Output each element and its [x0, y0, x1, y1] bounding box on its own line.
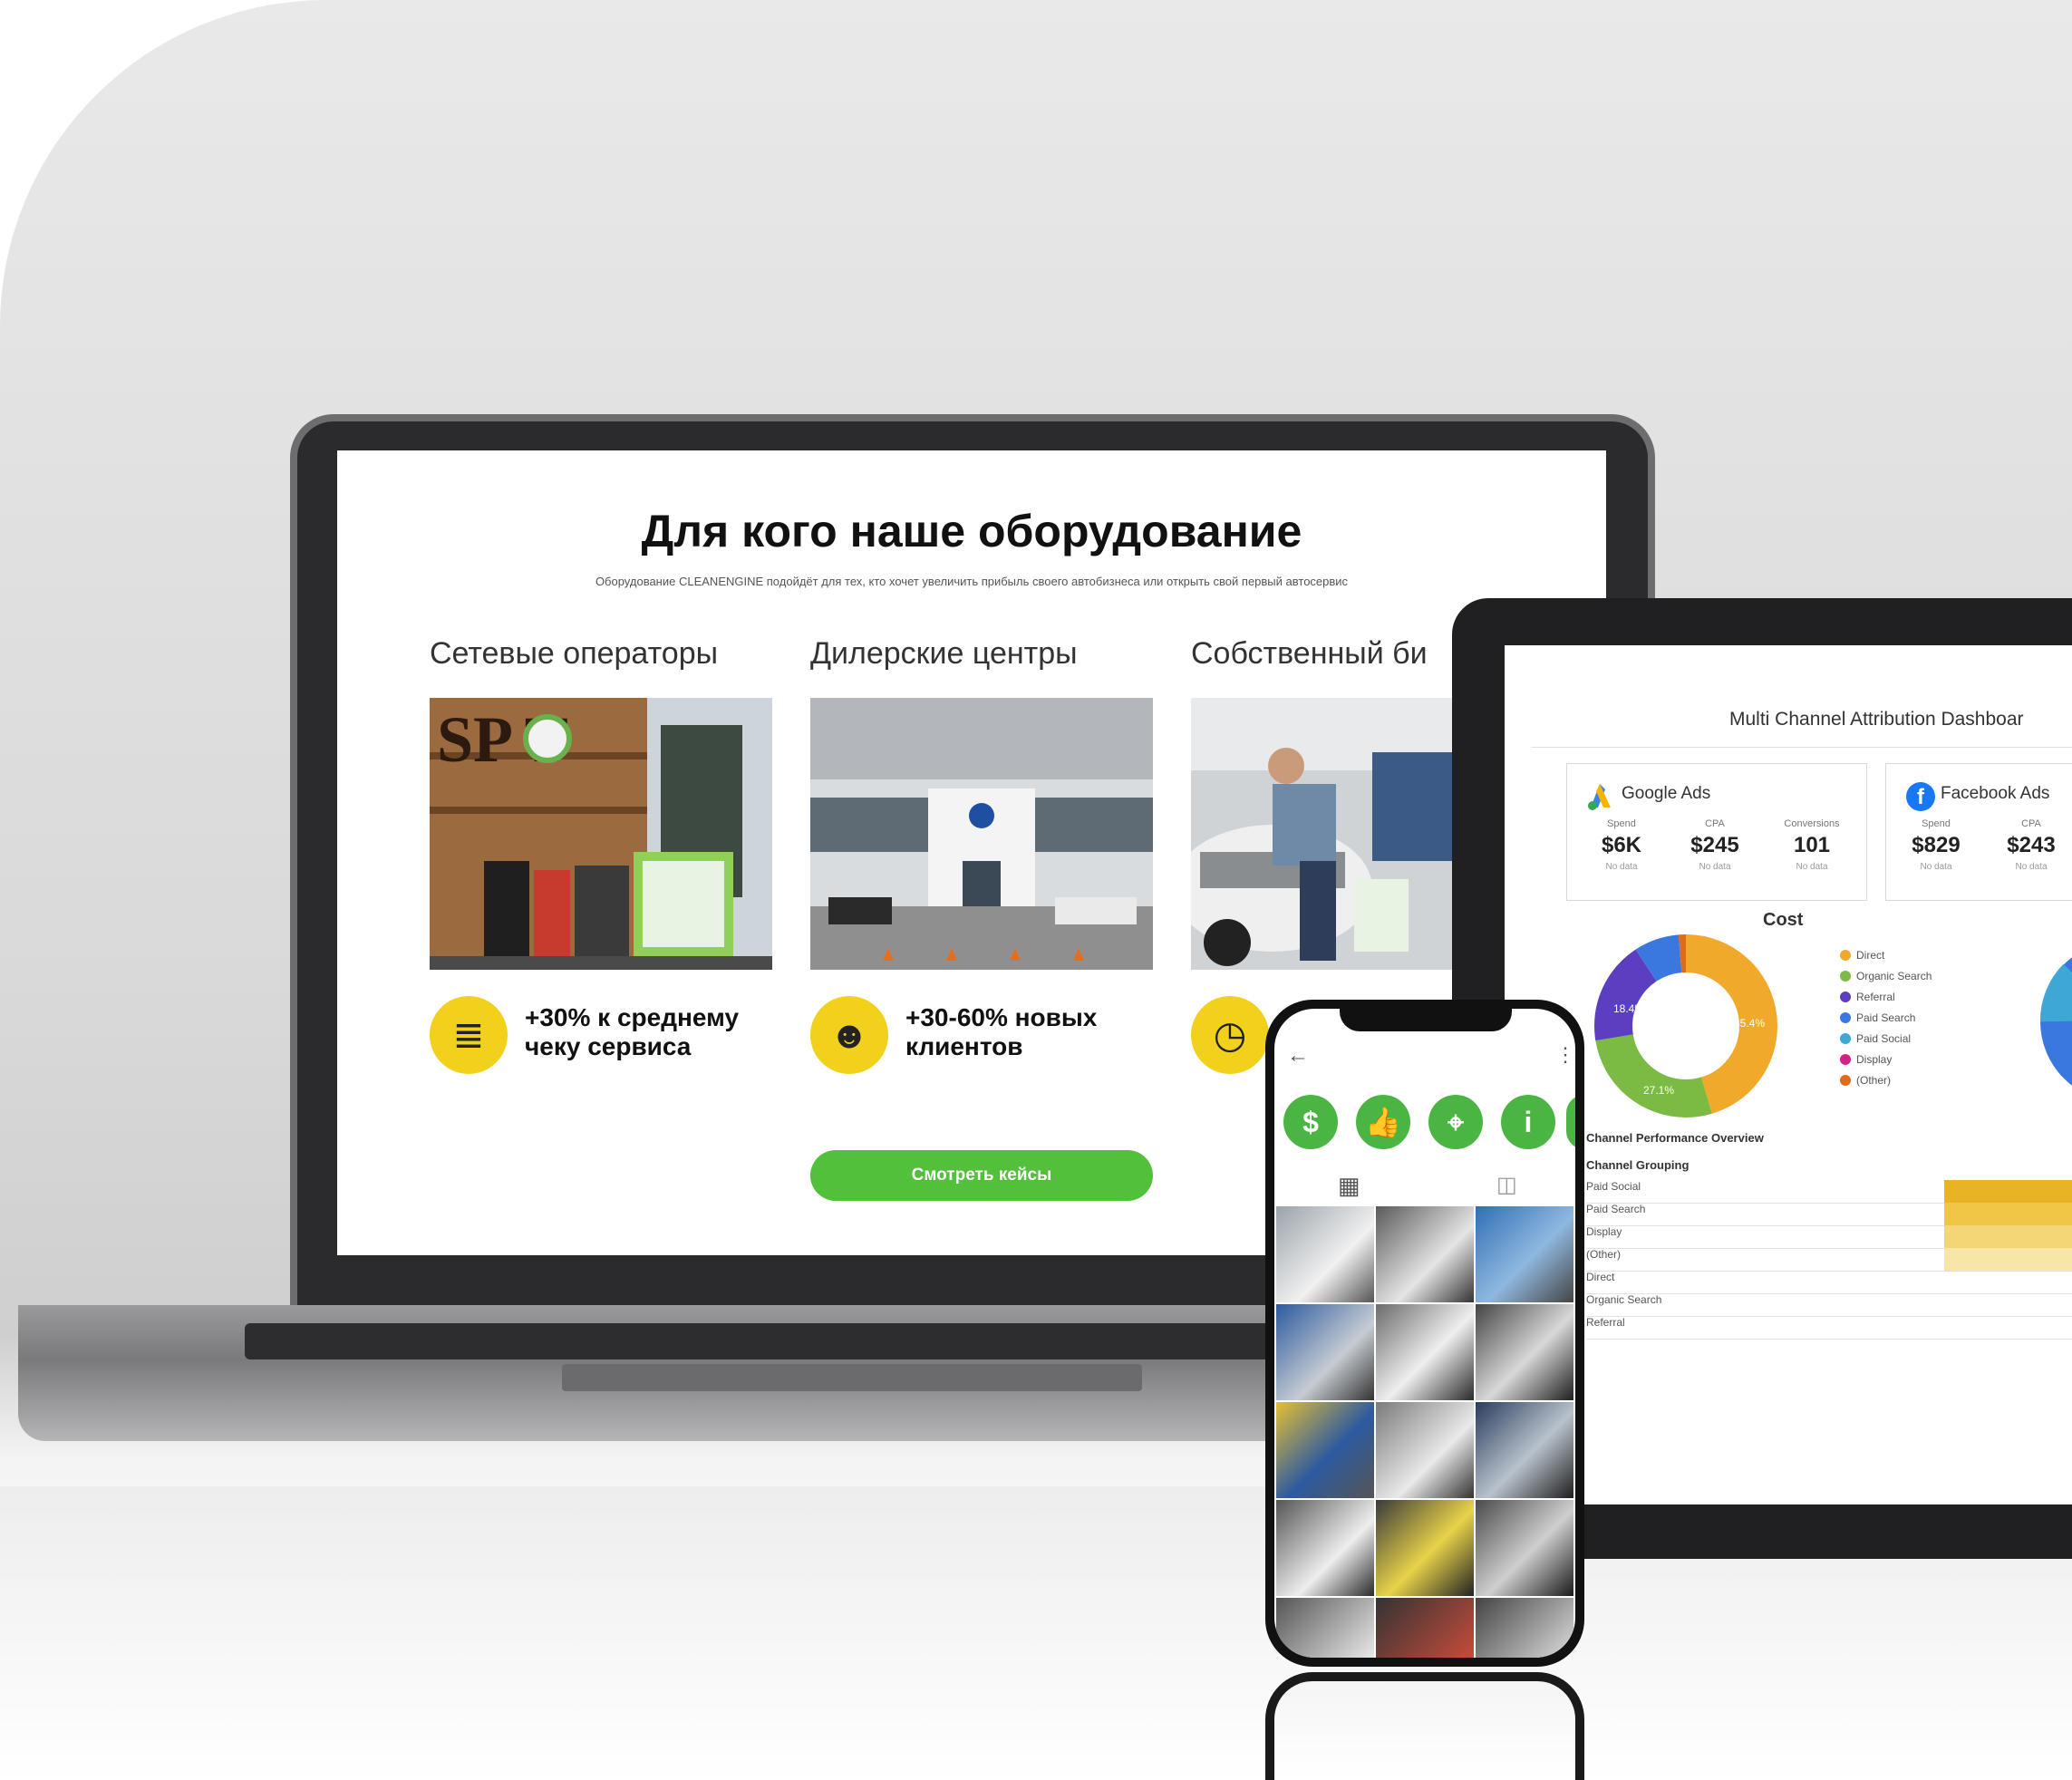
laptop-trackpad [562, 1364, 1142, 1391]
photo-dealer-center [810, 698, 1153, 970]
channel-grouping-header: Channel Grouping [1586, 1158, 1690, 1172]
photo-network-operator: SP T [430, 698, 772, 970]
legend-item: Referral [1840, 986, 1932, 1007]
gallery-photo[interactable] [1276, 1304, 1374, 1400]
page-title: Для кого наше оборудование [641, 506, 1302, 556]
google-ads-name: Google Ads [1622, 784, 1711, 803]
info-icon[interactable]: i [1501, 1095, 1555, 1149]
page-subtitle: Оборудование CLEANENGINE подойдёт для те… [595, 575, 1349, 588]
feature-average-check: +30% к среднему чеку сервиса [525, 1003, 740, 1060]
receipt-icon: ≣ [430, 996, 508, 1074]
gallery-photo[interactable] [1476, 1598, 1573, 1658]
feature-new-clients: +30-60% новых клиентов [905, 1003, 1098, 1060]
dollar-icon[interactable]: $ [1283, 1095, 1338, 1149]
gallery-photo[interactable] [1476, 1402, 1573, 1498]
bar-paid-search [1944, 1203, 2072, 1225]
performance-overview-title: Channel Performance Overview [1586, 1131, 1764, 1145]
gallery-photo[interactable] [1276, 1402, 1374, 1498]
donut-label-organic: 27.1% [1643, 1084, 1674, 1097]
gallery-photo[interactable] [1476, 1206, 1573, 1302]
donut-label-referral: 18.4% [1613, 1002, 1644, 1015]
view-cases-button[interactable]: Смотреть кейсы [810, 1150, 1153, 1201]
legend-item: Paid Search [1840, 1007, 1932, 1028]
google-ads-icon [1588, 784, 1611, 810]
gallery-photo[interactable] [1476, 1500, 1573, 1596]
phone-reflection [1265, 1672, 1584, 1780]
bar-display [1944, 1225, 2072, 1248]
clock-parking-icon: ◷ [1191, 996, 1269, 1074]
gallery-photo[interactable] [1276, 1598, 1374, 1658]
back-arrow-icon[interactable]: ← [1287, 1043, 1309, 1069]
facebook-spend-metric: Spend $829 No data [1912, 818, 1961, 872]
column-heading-network: Сетевые операторы [430, 636, 719, 671]
gallery-photo[interactable] [1476, 1304, 1573, 1400]
google-ads-card[interactable]: Google Ads Spend $6K No data CPA $245 No… [1566, 763, 1867, 901]
phone-notch [1340, 1004, 1512, 1031]
gallery-photo[interactable] [1376, 1598, 1474, 1658]
phone-screen: ← ⋮ $ 👍 ⌖ i ▦ ◫ [1274, 1009, 1575, 1658]
menu-icon[interactable]: ⋮ [1555, 1043, 1575, 1067]
gallery-photo[interactable] [1376, 1500, 1474, 1596]
people-icon: ☻ [810, 996, 888, 1074]
more-action-icon[interactable] [1566, 1095, 1575, 1149]
table-row[interactable]: Referral [1586, 1316, 2072, 1340]
legend-item: Display [1840, 1049, 1932, 1069]
laptop-keyboard [245, 1323, 1287, 1359]
google-spend-metric: Spend $6K No data [1601, 818, 1642, 872]
legend-item: Organic Search [1840, 965, 1932, 986]
dashboard-title: Multi Channel Attribution Dashboar [1729, 709, 2024, 730]
gallery-photo[interactable] [1376, 1402, 1474, 1498]
cost-legend: Direct Organic Search Referral Paid Sear… [1840, 944, 1932, 1090]
location-pin-icon[interactable]: ⌖ [1428, 1095, 1483, 1149]
google-conversions-metric: Conversions 101 No data [1784, 818, 1840, 872]
legend-item: Paid Social [1840, 1028, 1932, 1049]
google-cpa-metric: CPA $245 No data [1690, 818, 1739, 872]
second-donut-partial [2040, 957, 2072, 1086]
photo-own-business [1191, 698, 1463, 970]
facebook-icon: f [1906, 782, 1935, 811]
cost-donut-chart: 18.4% 45.4% 27.1% [1594, 934, 1777, 1117]
bar-other [1944, 1248, 2072, 1271]
facebook-ads-name: Facebook Ads [1941, 784, 2050, 803]
column-heading-own-business: Собственный би [1191, 636, 1428, 671]
tablet-screen: Multi Channel Attribution Dashboar Googl… [1505, 645, 2072, 1504]
facebook-ads-card[interactable]: f Facebook Ads Spend $829 No data CPA $2… [1885, 763, 2072, 901]
bar-paid-social [1944, 1180, 2072, 1203]
legend-item: Direct [1840, 944, 1932, 965]
gallery-photo[interactable] [1376, 1304, 1474, 1400]
facebook-cpa-metric: CPA $243 No data [2007, 818, 2056, 872]
divider [1532, 747, 2072, 748]
legend-item: (Other) [1840, 1069, 1932, 1090]
tagged-tab-icon[interactable]: ◫ [1496, 1172, 1517, 1198]
column-heading-dealers: Дилерские центры [810, 636, 1078, 671]
thumbs-up-icon[interactable]: 👍 [1356, 1095, 1410, 1149]
gallery-photo[interactable] [1276, 1206, 1374, 1302]
gallery-photo[interactable] [1276, 1500, 1374, 1596]
table-row[interactable]: Direct [1586, 1271, 2072, 1294]
gallery-photo[interactable] [1376, 1206, 1474, 1302]
table-row[interactable]: Organic Search [1586, 1293, 2072, 1317]
donut-label-direct: 45.4% [1734, 1017, 1765, 1030]
grid-tab-icon[interactable]: ▦ [1338, 1172, 1360, 1200]
